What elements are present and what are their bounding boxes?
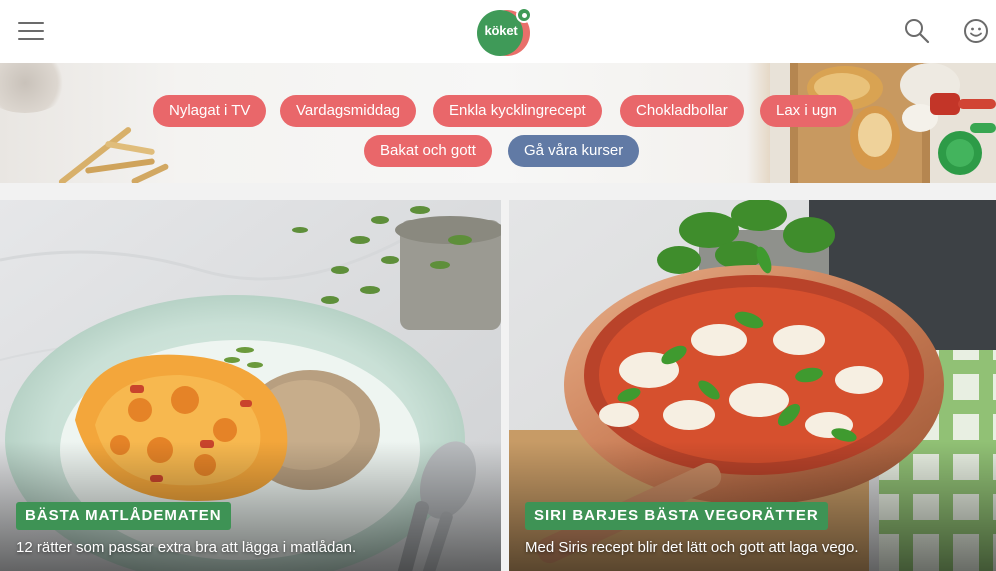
card-badge: BÄSTA MATLÅDEMATEN <box>16 502 231 530</box>
smiley-profile-icon[interactable] <box>962 17 990 45</box>
site-header: köket <box>0 0 996 63</box>
feature-card-vego[interactable]: SIRI BARJES BÄSTA VEGORÄTTER Med Siris r… <box>509 200 996 571</box>
search-icon[interactable] <box>903 17 931 45</box>
tag-ga-vara-kurser[interactable]: Gå våra kurser <box>508 135 640 167</box>
card-description: Med Siris recept blir det lätt och gott … <box>525 539 859 556</box>
hamburger-menu-icon[interactable] <box>18 19 46 43</box>
card-badge: SIRI BARJES BÄSTA VEGORÄTTER <box>525 502 828 530</box>
feature-card-matlada[interactable]: BÄSTA MATLÅDEMATEN 12 rätter som passar … <box>0 200 501 571</box>
tag-banner: Nylagat i TV Vardagsmiddag Enkla kycklin… <box>0 63 996 183</box>
tag-chokladbollar[interactable]: Chokladbollar <box>620 95 744 127</box>
card-description: 12 rätter som passar extra bra att lägga… <box>16 539 357 556</box>
tag-lax-i-ugn[interactable]: Lax i ugn <box>760 95 853 127</box>
tag-enkla-kycklingrecept[interactable]: Enkla kycklingrecept <box>433 95 602 127</box>
tag-vardagsmiddag[interactable]: Vardagsmiddag <box>280 95 416 127</box>
tag-bakat-och-gott[interactable]: Bakat och gott <box>364 135 492 167</box>
logo-text: köket <box>484 23 518 38</box>
tag-nylagat-i-tv[interactable]: Nylagat i TV <box>153 95 267 127</box>
tag-list: Nylagat i TV Vardagsmiddag Enkla kycklin… <box>0 63 996 183</box>
site-logo[interactable]: köket <box>476 6 536 56</box>
